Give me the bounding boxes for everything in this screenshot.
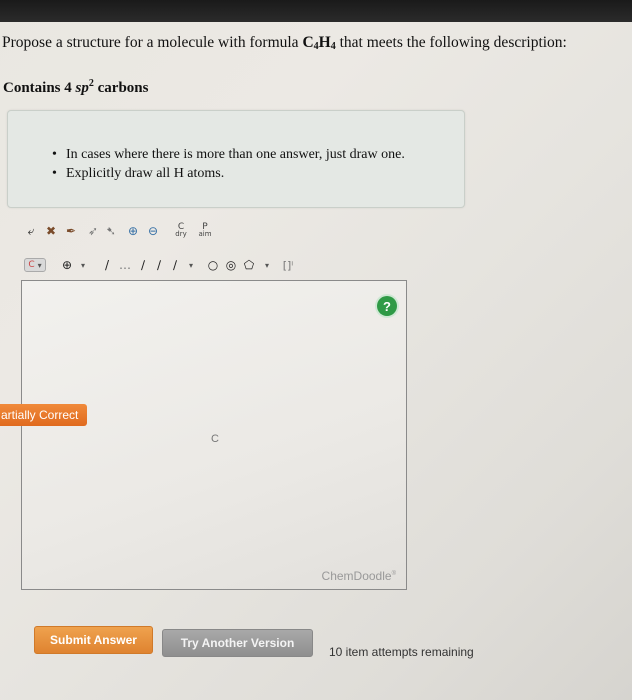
zoom-out-icon[interactable]: ⊖ <box>144 222 162 240</box>
question-prefix: Propose a structure for a molecule with … <box>2 34 303 51</box>
instructions-list: In cases where there is more than one an… <box>52 145 405 183</box>
question-suffix: that meets the following description: <box>335 34 567 51</box>
undo-icon[interactable]: ⤶ <box>22 222 40 240</box>
browser-top-bar <box>0 0 632 22</box>
try-another-version-button[interactable]: Try Another Version <box>162 629 313 657</box>
chemdoodle-toolbar: ⤶ ✖ ✒ ➶ ➷ ⊕ ⊖ C dry P aim C ▾ ⊕ ▾ / … ∕ … <box>14 212 408 280</box>
dashed-bond-icon[interactable]: … <box>116 256 134 274</box>
clean-structure-sub: dry <box>175 230 187 238</box>
chemdoodle-watermark: ChemDoodle® <box>322 569 396 583</box>
chevron-down-icon: ▾ <box>37 260 42 270</box>
clean-structure-button[interactable]: C dry <box>172 222 190 240</box>
molecular-formula: C4H4 <box>302 34 335 52</box>
lasso-icon[interactable]: ➶ <box>84 222 102 240</box>
condition-hybrid: sp <box>75 80 89 96</box>
chevron-down-icon[interactable]: ▾ <box>74 256 92 274</box>
eraser-icon[interactable]: ✒ <box>62 222 80 240</box>
status-badge: artially Correct <box>0 404 87 426</box>
attempts-remaining: 10 item attempts remaining <box>329 645 474 659</box>
atom-selector[interactable]: C ▾ <box>20 256 50 274</box>
submit-answer-button[interactable]: Submit Answer <box>34 626 153 654</box>
structure-condition: Contains 4 sp2 carbons <box>3 78 148 97</box>
drawing-canvas[interactable]: ? C ChemDoodle® <box>21 280 407 590</box>
question-text: Propose a structure for a molecule with … <box>2 33 627 57</box>
atom-label: C <box>28 260 35 270</box>
help-icon[interactable]: ? <box>377 296 397 316</box>
atom-pill: C ▾ <box>24 258 46 272</box>
watermark-text: ChemDoodle <box>321 569 392 583</box>
cyclopropane-ring-icon[interactable]: ○ <box>204 256 222 274</box>
chevron-down-icon[interactable]: ▾ <box>258 256 276 274</box>
bracket-icon[interactable]: []ⁱ <box>276 256 300 274</box>
perspective-button[interactable]: P aim <box>196 222 214 240</box>
formula-hydrogen: H <box>318 34 331 51</box>
carbon-atom[interactable]: C <box>211 433 219 445</box>
pentagon-ring-icon[interactable]: ⬠ <box>240 256 258 274</box>
select-icon[interactable]: ➷ <box>102 222 120 240</box>
instructions-box: In cases where there is more than one an… <box>7 110 465 208</box>
condition-prefix: Contains 4 <box>3 80 76 96</box>
condition-suffix: carbons <box>93 80 149 96</box>
instruction-item: Explicitly draw all H atoms. <box>52 164 405 183</box>
single-bond-icon[interactable]: / <box>98 256 116 274</box>
benzene-ring-icon[interactable]: ◎ <box>222 256 240 274</box>
clear-icon[interactable]: ✖ <box>42 222 60 240</box>
formula-carbon: C <box>302 34 314 51</box>
instruction-item: In cases where there is more than one an… <box>52 145 405 164</box>
perspective-sub: aim <box>198 230 212 238</box>
watermark-mark: ® <box>391 571 396 577</box>
chevron-down-icon[interactable]: ▾ <box>182 256 200 274</box>
zoom-in-icon[interactable]: ⊕ <box>124 222 142 240</box>
